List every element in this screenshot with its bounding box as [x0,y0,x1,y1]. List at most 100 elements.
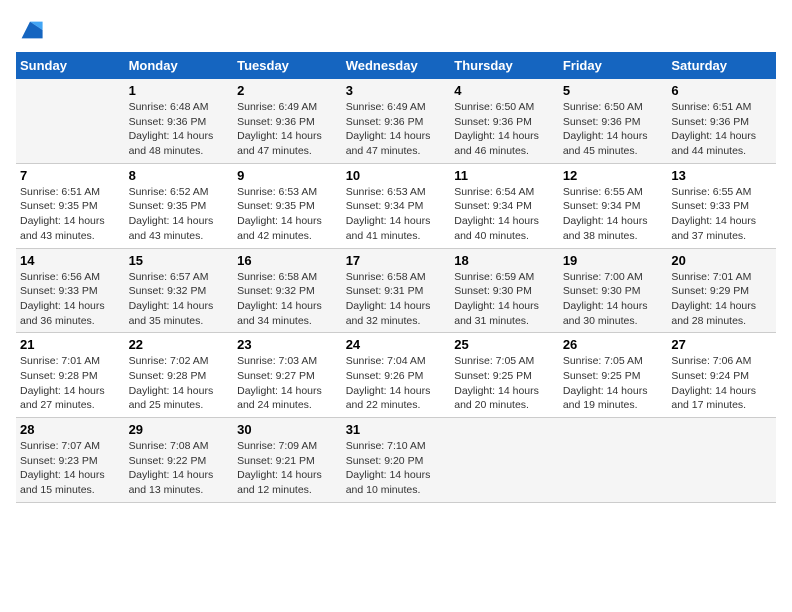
calendar-cell: 9 Sunrise: 6:53 AM Sunset: 9:35 PM Daylig… [233,163,342,248]
logo [16,16,48,44]
day-number: 2 [237,83,338,98]
day-number: 14 [20,253,121,268]
calendar-cell: 14 Sunrise: 6:56 AM Sunset: 9:33 PM Dayli… [16,248,125,333]
calendar-cell: 21 Sunrise: 7:01 AM Sunset: 9:28 PM Dayli… [16,333,125,418]
day-header-monday: Monday [125,52,234,79]
calendar-cell: 16 Sunrise: 6:58 AM Sunset: 9:32 PM Dayli… [233,248,342,333]
day-info: Sunrise: 7:10 AM Sunset: 9:20 PM Dayligh… [346,439,447,498]
day-number: 4 [454,83,555,98]
day-number: 25 [454,337,555,352]
day-info: Sunrise: 7:05 AM Sunset: 9:25 PM Dayligh… [563,354,664,413]
calendar-cell: 4 Sunrise: 6:50 AM Sunset: 9:36 PM Daylig… [450,79,559,163]
calendar-cell: 29 Sunrise: 7:08 AM Sunset: 9:22 PM Dayli… [125,418,234,503]
calendar-cell: 27 Sunrise: 7:06 AM Sunset: 9:24 PM Dayli… [667,333,776,418]
calendar-cell [559,418,668,503]
calendar-cell: 31Sunrise: 7:10 AM Sunset: 9:20 PM Dayli… [342,418,451,503]
day-info: Sunrise: 7:01 AM Sunset: 9:29 PM Dayligh… [671,270,772,329]
calendar-cell: 13Sunrise: 6:55 AM Sunset: 9:33 PM Dayli… [667,163,776,248]
day-info: Sunrise: 7:03 AM Sunset: 9:27 PM Dayligh… [237,354,338,413]
day-number: 15 [129,253,230,268]
day-number: 27 [671,337,772,352]
day-info: Sunrise: 6:51 AM Sunset: 9:36 PM Dayligh… [671,100,772,159]
day-info: Sunrise: 7:06 AM Sunset: 9:24 PM Dayligh… [671,354,772,413]
day-number: 26 [563,337,664,352]
calendar-week-4: 21 Sunrise: 7:01 AM Sunset: 9:28 PM Dayli… [16,333,776,418]
day-number: 29 [129,422,230,437]
day-header-thursday: Thursday [450,52,559,79]
day-number: 22 [129,337,230,352]
day-info: Sunrise: 6:50 AM Sunset: 9:36 PM Dayligh… [563,100,664,159]
calendar-cell: 26 Sunrise: 7:05 AM Sunset: 9:25 PM Dayli… [559,333,668,418]
calendar-cell: 3 Sunrise: 6:49 AM Sunset: 9:36 PM Daylig… [342,79,451,163]
day-number: 21 [20,337,121,352]
day-number: 6 [671,83,772,98]
logo-icon [16,16,44,44]
calendar-week-1: 1 Sunrise: 6:48 AM Sunset: 9:36 PM Daylig… [16,79,776,163]
day-number: 19 [563,253,664,268]
day-info: Sunrise: 6:58 AM Sunset: 9:31 PM Dayligh… [346,270,447,329]
day-info: Sunrise: 6:52 AM Sunset: 9:35 PM Dayligh… [129,185,230,244]
day-info: Sunrise: 6:51 AM Sunset: 9:35 PM Dayligh… [20,185,121,244]
calendar-week-3: 14 Sunrise: 6:56 AM Sunset: 9:33 PM Dayli… [16,248,776,333]
day-number: 3 [346,83,447,98]
calendar-cell: 17 Sunrise: 6:58 AM Sunset: 9:31 PM Dayli… [342,248,451,333]
calendar-cell: 12 Sunrise: 6:55 AM Sunset: 9:34 PM Dayli… [559,163,668,248]
calendar-cell [450,418,559,503]
day-number: 10 [346,168,447,183]
day-info: Sunrise: 6:48 AM Sunset: 9:36 PM Dayligh… [129,100,230,159]
day-info: Sunrise: 6:58 AM Sunset: 9:32 PM Dayligh… [237,270,338,329]
day-info: Sunrise: 6:53 AM Sunset: 9:35 PM Dayligh… [237,185,338,244]
day-info: Sunrise: 6:49 AM Sunset: 9:36 PM Dayligh… [346,100,447,159]
day-info: Sunrise: 7:01 AM Sunset: 9:28 PM Dayligh… [20,354,121,413]
calendar-cell: 20 Sunrise: 7:01 AM Sunset: 9:29 PM Dayli… [667,248,776,333]
calendar-header: SundayMondayTuesdayWednesdayThursdayFrid… [16,52,776,79]
day-number: 30 [237,422,338,437]
calendar-cell: 23Sunrise: 7:03 AM Sunset: 9:27 PM Dayli… [233,333,342,418]
day-info: Sunrise: 7:02 AM Sunset: 9:28 PM Dayligh… [129,354,230,413]
calendar-cell [667,418,776,503]
calendar-cell: 22 Sunrise: 7:02 AM Sunset: 9:28 PM Dayli… [125,333,234,418]
calendar-cell: 25 Sunrise: 7:05 AM Sunset: 9:25 PM Dayli… [450,333,559,418]
calendar-cell: 1 Sunrise: 6:48 AM Sunset: 9:36 PM Daylig… [125,79,234,163]
day-number: 5 [563,83,664,98]
day-number: 9 [237,168,338,183]
day-header-wednesday: Wednesday [342,52,451,79]
day-info: Sunrise: 7:05 AM Sunset: 9:25 PM Dayligh… [454,354,555,413]
calendar-cell: 7 Sunrise: 6:51 AM Sunset: 9:35 PM Daylig… [16,163,125,248]
day-info: Sunrise: 7:09 AM Sunset: 9:21 PM Dayligh… [237,439,338,498]
day-number: 11 [454,168,555,183]
day-info: Sunrise: 6:50 AM Sunset: 9:36 PM Dayligh… [454,100,555,159]
calendar-cell: 8Sunrise: 6:52 AM Sunset: 9:35 PM Daylig… [125,163,234,248]
calendar-cell: 5 Sunrise: 6:50 AM Sunset: 9:36 PM Daylig… [559,79,668,163]
header [16,16,776,44]
day-number: 17 [346,253,447,268]
day-number: 18 [454,253,555,268]
calendar-cell: 6 Sunrise: 6:51 AM Sunset: 9:36 PM Daylig… [667,79,776,163]
day-info: Sunrise: 6:49 AM Sunset: 9:36 PM Dayligh… [237,100,338,159]
day-header-tuesday: Tuesday [233,52,342,79]
calendar-cell: 15Sunrise: 6:57 AM Sunset: 9:32 PM Dayli… [125,248,234,333]
calendar-table: SundayMondayTuesdayWednesdayThursdayFrid… [16,52,776,503]
calendar-week-2: 7 Sunrise: 6:51 AM Sunset: 9:35 PM Daylig… [16,163,776,248]
day-header-sunday: Sunday [16,52,125,79]
day-info: Sunrise: 7:04 AM Sunset: 9:26 PM Dayligh… [346,354,447,413]
day-number: 13 [671,168,772,183]
day-number: 1 [129,83,230,98]
day-info: Sunrise: 6:55 AM Sunset: 9:34 PM Dayligh… [563,185,664,244]
day-number: 7 [20,168,121,183]
day-info: Sunrise: 7:00 AM Sunset: 9:30 PM Dayligh… [563,270,664,329]
calendar-week-5: 28Sunrise: 7:07 AM Sunset: 9:23 PM Dayli… [16,418,776,503]
calendar-cell: 18Sunrise: 6:59 AM Sunset: 9:30 PM Dayli… [450,248,559,333]
calendar-cell: 28Sunrise: 7:07 AM Sunset: 9:23 PM Dayli… [16,418,125,503]
calendar-cell: 2 Sunrise: 6:49 AM Sunset: 9:36 PM Daylig… [233,79,342,163]
day-number: 20 [671,253,772,268]
day-number: 12 [563,168,664,183]
calendar-cell: 11Sunrise: 6:54 AM Sunset: 9:34 PM Dayli… [450,163,559,248]
calendar-cell [16,79,125,163]
day-header-friday: Friday [559,52,668,79]
calendar-cell: 10Sunrise: 6:53 AM Sunset: 9:34 PM Dayli… [342,163,451,248]
calendar-cell: 19 Sunrise: 7:00 AM Sunset: 9:30 PM Dayli… [559,248,668,333]
day-info: Sunrise: 6:56 AM Sunset: 9:33 PM Dayligh… [20,270,121,329]
day-info: Sunrise: 7:08 AM Sunset: 9:22 PM Dayligh… [129,439,230,498]
day-number: 16 [237,253,338,268]
